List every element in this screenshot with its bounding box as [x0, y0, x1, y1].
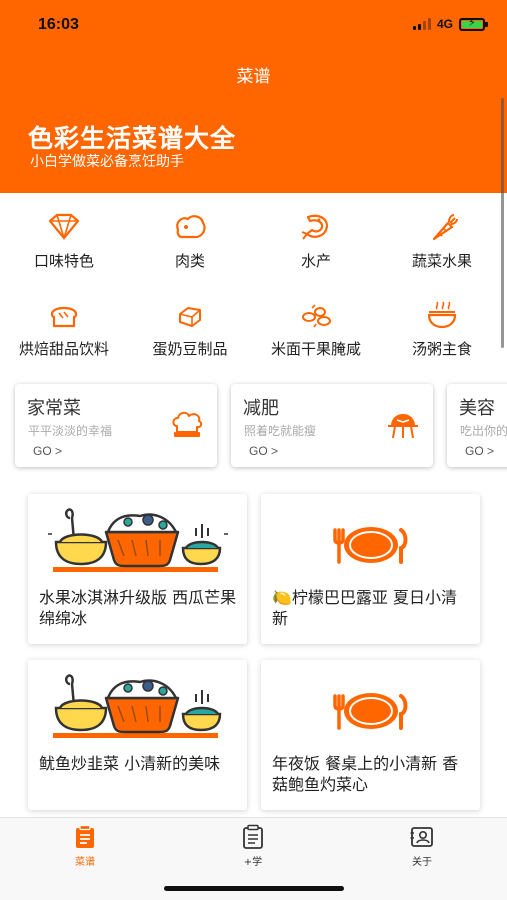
soup-bowl-icon: [427, 301, 457, 329]
scroll-indicator[interactable]: [501, 98, 504, 348]
banner-title: 色彩生活菜谱大全: [28, 124, 237, 153]
scene-go-link[interactable]: GO >: [249, 444, 278, 458]
profile-card-icon: [410, 827, 433, 847]
category-label: 蔬菜水果: [411, 252, 472, 270]
meat-icon: [176, 215, 206, 239]
tab-learn[interactable]: +学: [213, 824, 293, 868]
category-label: 烘焙甜品饮料: [18, 340, 109, 358]
status-time: 16:03: [38, 16, 79, 33]
category-soup[interactable]: 汤粥主食: [382, 300, 502, 359]
clipboard-icon: [243, 824, 263, 849]
category-label: 汤粥主食: [411, 340, 472, 358]
recipe-title: 年夜饭 餐桌上的小清新 香菇鲍鱼灼菜心: [272, 754, 459, 794]
food-spread-illustration: [53, 674, 222, 738]
scene-title: 减肥: [243, 398, 279, 419]
recipe-title: 水果冰淇淋升级版 西瓜芒果绵绵冰: [39, 588, 237, 628]
category-taste[interactable]: 口味特色: [4, 212, 124, 271]
scene-go-link[interactable]: GO >: [465, 444, 494, 458]
bread-icon: [50, 306, 78, 328]
scene-subtitle: 照着吃就能瘦: [244, 424, 317, 438]
nav-title: 菜谱: [236, 67, 271, 87]
carrot-icon: [432, 214, 458, 241]
tab-about[interactable]: 关于: [382, 824, 462, 868]
category-grains[interactable]: 米面干果腌咸: [256, 300, 376, 359]
tab-recipes[interactable]: 菜谱: [45, 824, 125, 868]
scene-card-home[interactable]: 家常菜 平平淡淡的幸福 GO >: [15, 384, 217, 467]
banner-subtitle: 小白学做菜必备烹饪助手: [30, 154, 184, 170]
chef-hat-icon: [172, 411, 203, 437]
category-label: 肉类: [174, 252, 205, 270]
plate-cutlery-illustration: [333, 527, 408, 564]
recipe-card[interactable]: 年夜饭 餐桌上的小清新 香菇鲍鱼灼菜心: [261, 660, 480, 810]
scene-card-beauty[interactable]: 美容 吃出你的 GO >: [447, 384, 507, 467]
app-screen: 16:03 4G ⚡ 菜谱 色彩生活菜谱大全 小白学做菜必备烹饪助手 口味特色 …: [0, 0, 507, 900]
home-indicator[interactable]: [164, 886, 344, 891]
shrimp-icon: [301, 214, 328, 240]
recipe-card[interactable]: 水果冰淇淋升级版 西瓜芒果绵绵冰: [28, 494, 247, 644]
scene-subtitle: 吃出你的: [460, 424, 507, 438]
scene-go-link[interactable]: GO >: [33, 444, 62, 458]
recipe-book-icon: [76, 824, 94, 848]
category-meat[interactable]: 肉类: [130, 212, 250, 271]
plate-cutlery-illustration: [333, 693, 408, 730]
scene-subtitle: 平平淡淡的幸福: [28, 424, 113, 438]
network-type: 4G: [436, 17, 453, 31]
category-eggs-dairy[interactable]: 蛋奶豆制品: [130, 300, 250, 359]
scene-title: 家常菜: [27, 398, 81, 419]
tab-label: 菜谱: [75, 857, 95, 868]
scene-title: 美容: [459, 398, 495, 419]
recipe-card[interactable]: 🍋柠檬巴巴露亚 夏日小清新: [261, 494, 480, 644]
category-vegetables[interactable]: 蔬菜水果: [382, 212, 502, 271]
category-label: 米面干果腌咸: [270, 340, 361, 358]
battery-icon: ⚡: [459, 17, 488, 31]
category-label: 水产: [300, 252, 331, 270]
category-label: 口味特色: [33, 252, 94, 270]
signal-icon: [412, 18, 431, 30]
recipe-title: 鱿鱼炒韭菜 小清新的美味: [39, 754, 221, 773]
diamond-icon: [48, 213, 80, 241]
status-indicators: 4G ⚡: [412, 17, 488, 31]
status-bar: 16:03 4G ⚡: [0, 0, 507, 50]
grain-icon: [302, 304, 331, 328]
food-spread-illustration: [48, 508, 228, 572]
scene-card-diet[interactable]: 减肥 照着吃就能瘦 GO >: [231, 384, 433, 467]
recipe-title: 🍋柠檬巴巴露亚 夏日小清新: [272, 588, 458, 628]
tofu-icon: [179, 307, 201, 327]
category-seafood[interactable]: 水产: [256, 212, 376, 271]
recipe-card[interactable]: 鱿鱼炒韭菜 小清新的美味: [28, 660, 247, 810]
tab-label: +学: [243, 857, 263, 868]
tab-label: 关于: [412, 857, 432, 868]
category-label: 蛋奶豆制品: [152, 340, 228, 358]
header-banner: 16:03 4G ⚡ 菜谱 色彩生活菜谱大全 小白学做菜必备烹饪助手: [0, 0, 507, 193]
category-bakery[interactable]: 烘焙甜品饮料: [4, 300, 124, 359]
scale-icon: [388, 414, 418, 439]
